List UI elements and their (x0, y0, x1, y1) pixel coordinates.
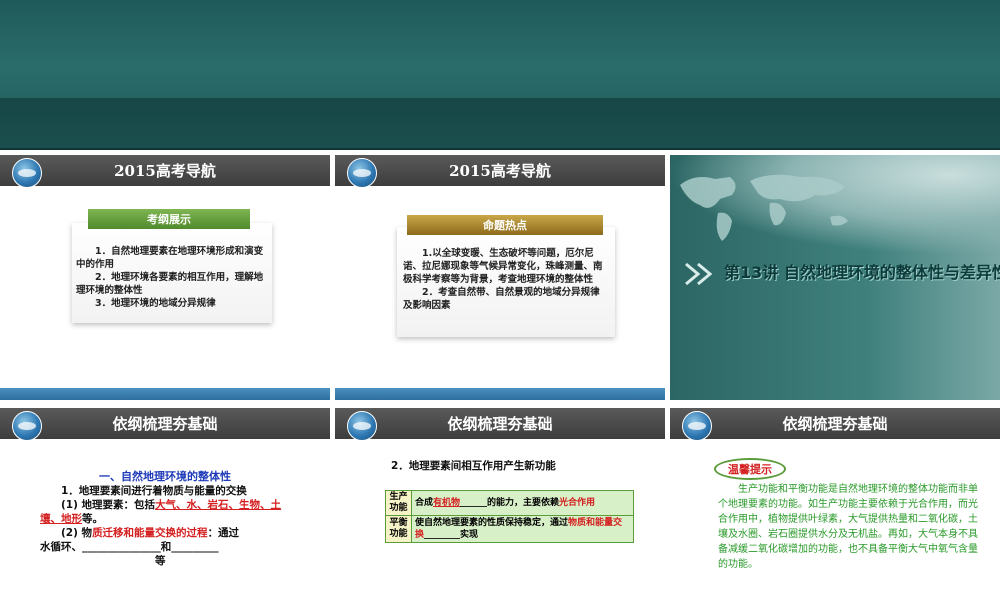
function-heading: 2．地理要素间相互作用产生新功能 (391, 460, 556, 472)
tip-badge: 温馨提示 (714, 458, 786, 480)
slide-thumbnail-2[interactable]: 2015高考导航 命题热点 1.以全球变暖、生态破坏等问题，厄尔尼诺、拉尼娜现象… (335, 155, 665, 400)
slide-footer-bar (335, 388, 665, 400)
row-text-a: 合成 (415, 498, 434, 508)
world-map-icon (670, 155, 1000, 255)
slide-thumbnail-6[interactable]: 依纲梳理夯基础 温馨提示 生产功能和平衡功能是自然地理环境的整体功能而非单个地理… (670, 408, 1000, 600)
exam-outline-card: 考纲展示 1．自然地理要素在地理环境形成和演变中的作用 2．地理环境各要素的相互… (72, 209, 272, 323)
slide-thumbnail-1[interactable]: 2015高考导航 考纲展示 1．自然地理要素在地理环境形成和演变中的作用 2．地… (0, 155, 330, 400)
hot-topics-pill: 命题热点 (407, 215, 603, 235)
lesson-title: 第13讲 自然地理环境的整体性与差异性 (724, 263, 1000, 282)
globe-logo-icon (12, 158, 42, 188)
paragraph-2-suffix: 等。 (82, 513, 103, 525)
slide-header: 依纲梳理夯基础 (670, 408, 1000, 439)
section-heading: 一、自然地理环境的整体性 (99, 470, 231, 483)
banner-band (0, 98, 1000, 148)
slide-thumbnail-4[interactable]: 依纲梳理夯基础 一、自然地理环境的整体性 1．地理要素间进行着物质与能量的交换 … (0, 408, 330, 600)
paragraph-4: 水循环、_______________和_________ (40, 541, 219, 553)
globe-logo-icon (347, 158, 377, 188)
paragraph-3-prefix: (2) 物 (61, 527, 93, 539)
outline-line-1: 1．自然地理要素在地理环境形成和演变中的作用 (76, 246, 264, 270)
globe-logo-icon (12, 411, 42, 441)
row-text-a: 使自然地理要素的性质保持稳定，通过 (415, 518, 569, 528)
table-row: 生产功能 合成有机物______的能力，主要依赖光合作用 (385, 490, 634, 516)
row-label: 生产功能 (385, 490, 412, 516)
globe-logo-icon (347, 411, 377, 441)
row-text-b: ________实现 (424, 530, 479, 540)
answer-process: 质迁移和能量交换的过程 (92, 527, 208, 539)
paragraph-3-suffix: ：通过 (207, 527, 240, 539)
function-table: 生产功能 合成有机物______的能力，主要依赖光合作用 平衡功能 使自然地理要… (385, 490, 634, 543)
answer-organic: 有机物 (433, 498, 461, 508)
topic-line-1: 1.以全球变暖、生态破坏等问题，厄尔尼诺、拉尼娜现象等气候异常变化，珠峰测量、南… (403, 248, 603, 285)
exam-outline-pill: 考纲展示 (88, 209, 250, 229)
paragraph-5: 等 (155, 555, 166, 567)
top-slide-banner (0, 0, 1000, 150)
outline-line-2: 2．地理环境各要素的相互作用，理解地理环境的整体性 (76, 272, 264, 296)
slide-header: 2015高考导航 (335, 155, 665, 186)
slide-header: 依纲梳理夯基础 (335, 408, 665, 439)
globe-logo-icon (682, 411, 712, 441)
paragraph-2-prefix: (1) 地理要素：包括 (61, 499, 156, 511)
row-text-b: ______的能力，主要依赖 (460, 498, 560, 508)
row-label: 平衡功能 (385, 515, 412, 543)
slide-footer-bar (0, 388, 330, 400)
answer-photosynthesis: 光合作用 (559, 498, 596, 508)
slide-header: 依纲梳理夯基础 (0, 408, 330, 439)
slide-header: 2015高考导航 (0, 155, 330, 186)
slide-thumbnail-3[interactable]: 第13讲 自然地理环境的整体性与差异性 (670, 155, 1000, 400)
table-row: 平衡功能 使自然地理要素的性质保持稳定，通过物质和能量交换________实现 (385, 515, 634, 543)
outline-line-3: 3．地理环境的地域分异规律 (95, 298, 216, 309)
topic-line-2: 2．考查自然带、自然景观的地域分异规律及影响因素 (403, 287, 600, 311)
hot-topics-card: 命题热点 1.以全球变暖、生态破坏等问题，厄尔尼诺、拉尼娜现象等气候异常变化，珠… (397, 215, 615, 337)
paragraph-1: 1．地理要素间进行着物质与能量的交换 (61, 485, 247, 497)
double-chevron-icon (685, 262, 713, 286)
tip-text: 生产功能和平衡功能是自然地理环境的整体功能而非单个地理要素的功能。如生产功能主要… (718, 484, 978, 570)
slide-thumbnail-5[interactable]: 依纲梳理夯基础 2．地理要素间相互作用产生新功能 生产功能 合成有机物_____… (335, 408, 665, 600)
